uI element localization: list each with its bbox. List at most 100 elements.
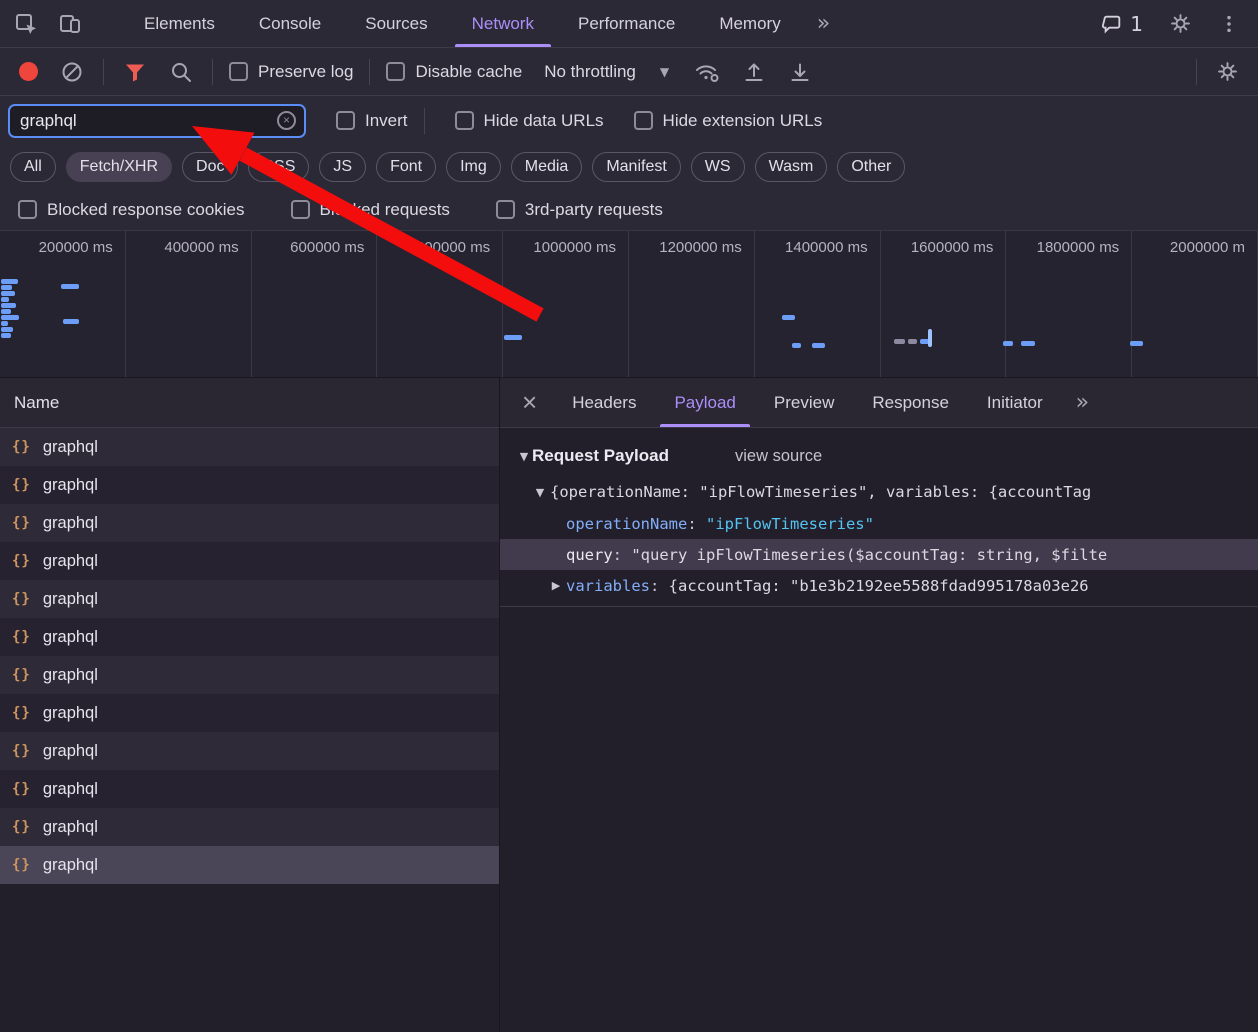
table-row[interactable]: {}graphql: [0, 846, 499, 884]
clear-network-log-icon[interactable]: [49, 48, 95, 95]
request-timing-bar: [1021, 341, 1035, 346]
tab-memory[interactable]: Memory: [697, 0, 802, 47]
chip-wasm[interactable]: Wasm: [755, 152, 828, 182]
payload-key: query: [566, 546, 613, 564]
tab-initiator[interactable]: Initiator: [968, 378, 1062, 427]
inspect-element-icon[interactable]: [14, 12, 38, 36]
checkbox-box: [291, 200, 310, 219]
payload-line[interactable]: ▶variables: {accountTag: "b1e3b2192ee558…: [500, 570, 1258, 601]
issues-count: 1: [1130, 12, 1143, 36]
throttling-select[interactable]: No throttling ▼: [530, 62, 683, 82]
tab-network[interactable]: Network: [450, 0, 556, 47]
request-timing-bar: [1, 279, 18, 284]
payload-line[interactable]: operationName: "ipFlowTimeseries": [500, 508, 1258, 539]
name-column-header[interactable]: Name: [0, 378, 499, 428]
request-timing-bar: [908, 339, 917, 344]
chip-font[interactable]: Font: [376, 152, 436, 182]
payload-value: "query ipFlowTimeseries($accountTag: str…: [631, 546, 1107, 564]
hide-extension-urls-checkbox[interactable]: Hide extension URLs: [626, 111, 831, 131]
network-overview[interactable]: 200000 ms400000 ms600000 ms800000 ms1000…: [0, 230, 1258, 378]
invert-checkbox[interactable]: Invert: [328, 111, 416, 131]
tab-preview[interactable]: Preview: [755, 378, 853, 427]
settings-gear-icon[interactable]: [1159, 12, 1202, 35]
disable-cache-checkbox[interactable]: Disable cache: [378, 62, 530, 82]
record-button[interactable]: [8, 48, 49, 95]
blocked-response-cookies-checkbox[interactable]: Blocked response cookies: [10, 200, 253, 220]
table-row[interactable]: {}graphql: [0, 542, 499, 580]
detail-tabs-bar: × HeadersPayloadPreviewResponseInitiator…: [500, 378, 1258, 428]
table-row[interactable]: {}graphql: [0, 618, 499, 656]
request-name: graphql: [43, 818, 98, 837]
request-timing-bar: [1, 309, 11, 314]
table-row[interactable]: {} graphql: [0, 808, 499, 846]
more-detail-tabs-icon[interactable]: »: [1062, 390, 1103, 415]
request-payload-header[interactable]: ▼ Request Payload view source: [500, 434, 1258, 476]
table-row[interactable]: {}graphql: [0, 504, 499, 542]
chip-manifest[interactable]: Manifest: [592, 152, 680, 182]
more-panels-icon[interactable]: »: [803, 0, 844, 47]
devtools-window: ElementsConsoleSourcesNetworkPerformance…: [0, 0, 1258, 1032]
tab-performance[interactable]: Performance: [556, 0, 697, 47]
hide-data-urls-checkbox[interactable]: Hide data URLs: [447, 111, 612, 131]
expand-triangle-icon[interactable]: ▶: [546, 579, 566, 592]
tab-response[interactable]: Response: [853, 378, 968, 427]
chip-doc[interactable]: Doc: [182, 152, 238, 182]
request-timing-bar: [782, 315, 795, 320]
export-har-icon[interactable]: [777, 48, 823, 95]
throttling-value: No throttling: [544, 62, 636, 82]
table-row[interactable]: {}graphql: [0, 694, 499, 732]
table-row[interactable]: {}graphql: [0, 732, 499, 770]
close-details-icon[interactable]: ×: [506, 378, 553, 427]
issues-icon[interactable]: 1: [1091, 12, 1153, 36]
chip-all[interactable]: All: [10, 152, 56, 182]
request-timing-bar: [812, 343, 825, 348]
chip-ws[interactable]: WS: [691, 152, 745, 182]
tab-payload[interactable]: Payload: [655, 378, 754, 427]
filter-funnel-icon[interactable]: [112, 48, 158, 95]
kebab-menu-icon[interactable]: [1208, 13, 1250, 35]
table-row[interactable]: {}graphql: [0, 656, 499, 694]
overview-column: 1600000 ms: [881, 231, 1007, 377]
payload-value: "ipFlowTimeseries": [706, 515, 874, 533]
checkbox-box: [386, 62, 405, 81]
json-braces-icon: {}: [12, 819, 31, 835]
chip-css[interactable]: CSS: [248, 152, 309, 182]
network-conditions-icon[interactable]: [683, 48, 731, 95]
table-row[interactable]: {}graphql: [0, 428, 499, 466]
divider: [103, 59, 104, 85]
overview-tick-label: 1600000 ms: [881, 239, 1006, 256]
device-toolbar-icon[interactable]: [58, 12, 82, 36]
collapse-triangle-icon[interactable]: ▼: [530, 486, 550, 499]
chip-fetch-xhr[interactable]: Fetch/XHR: [66, 152, 172, 182]
chip-other[interactable]: Other: [837, 152, 905, 182]
search-icon[interactable]: [158, 48, 204, 95]
tab-sources[interactable]: Sources: [343, 0, 449, 47]
view-source-link[interactable]: view source: [735, 447, 822, 466]
overview-tick-label: 1200000 ms: [629, 239, 754, 256]
chip-media[interactable]: Media: [511, 152, 583, 182]
tab-console[interactable]: Console: [237, 0, 343, 47]
section-title: Request Payload: [532, 446, 669, 466]
request-timing-bar: [63, 319, 79, 324]
chip-img[interactable]: Img: [446, 152, 501, 182]
payload-line[interactable]: query: "query ipFlowTimeseries($accountT…: [500, 539, 1258, 570]
table-row[interactable]: {}graphql: [0, 580, 499, 618]
table-row[interactable]: {}graphql: [0, 466, 499, 504]
tab-headers[interactable]: Headers: [553, 378, 655, 427]
tab-elements[interactable]: Elements: [122, 0, 237, 47]
overview-column: 400000 ms: [126, 231, 252, 377]
overview-tick-label: 1000000 ms: [503, 239, 628, 256]
preserve-log-checkbox[interactable]: Preserve log: [221, 62, 361, 82]
chip-js[interactable]: JS: [319, 152, 366, 182]
request-name: graphql: [43, 780, 98, 799]
clear-filter-icon[interactable]: ×: [277, 111, 296, 130]
blocked-requests-checkbox[interactable]: Blocked requests: [283, 200, 458, 220]
3rd-party-requests-checkbox[interactable]: 3rd-party requests: [488, 200, 671, 220]
import-har-icon[interactable]: [731, 48, 777, 95]
json-braces-icon: {}: [12, 591, 31, 607]
checkbox-label: Hide extension URLs: [663, 111, 823, 131]
payload-root-line[interactable]: ▼ {operationName: "ipFlowTimeseries", va…: [500, 476, 1258, 508]
table-row[interactable]: {}graphql: [0, 770, 499, 808]
filter-input[interactable]: [20, 111, 277, 131]
network-settings-gear-icon[interactable]: [1205, 48, 1250, 95]
